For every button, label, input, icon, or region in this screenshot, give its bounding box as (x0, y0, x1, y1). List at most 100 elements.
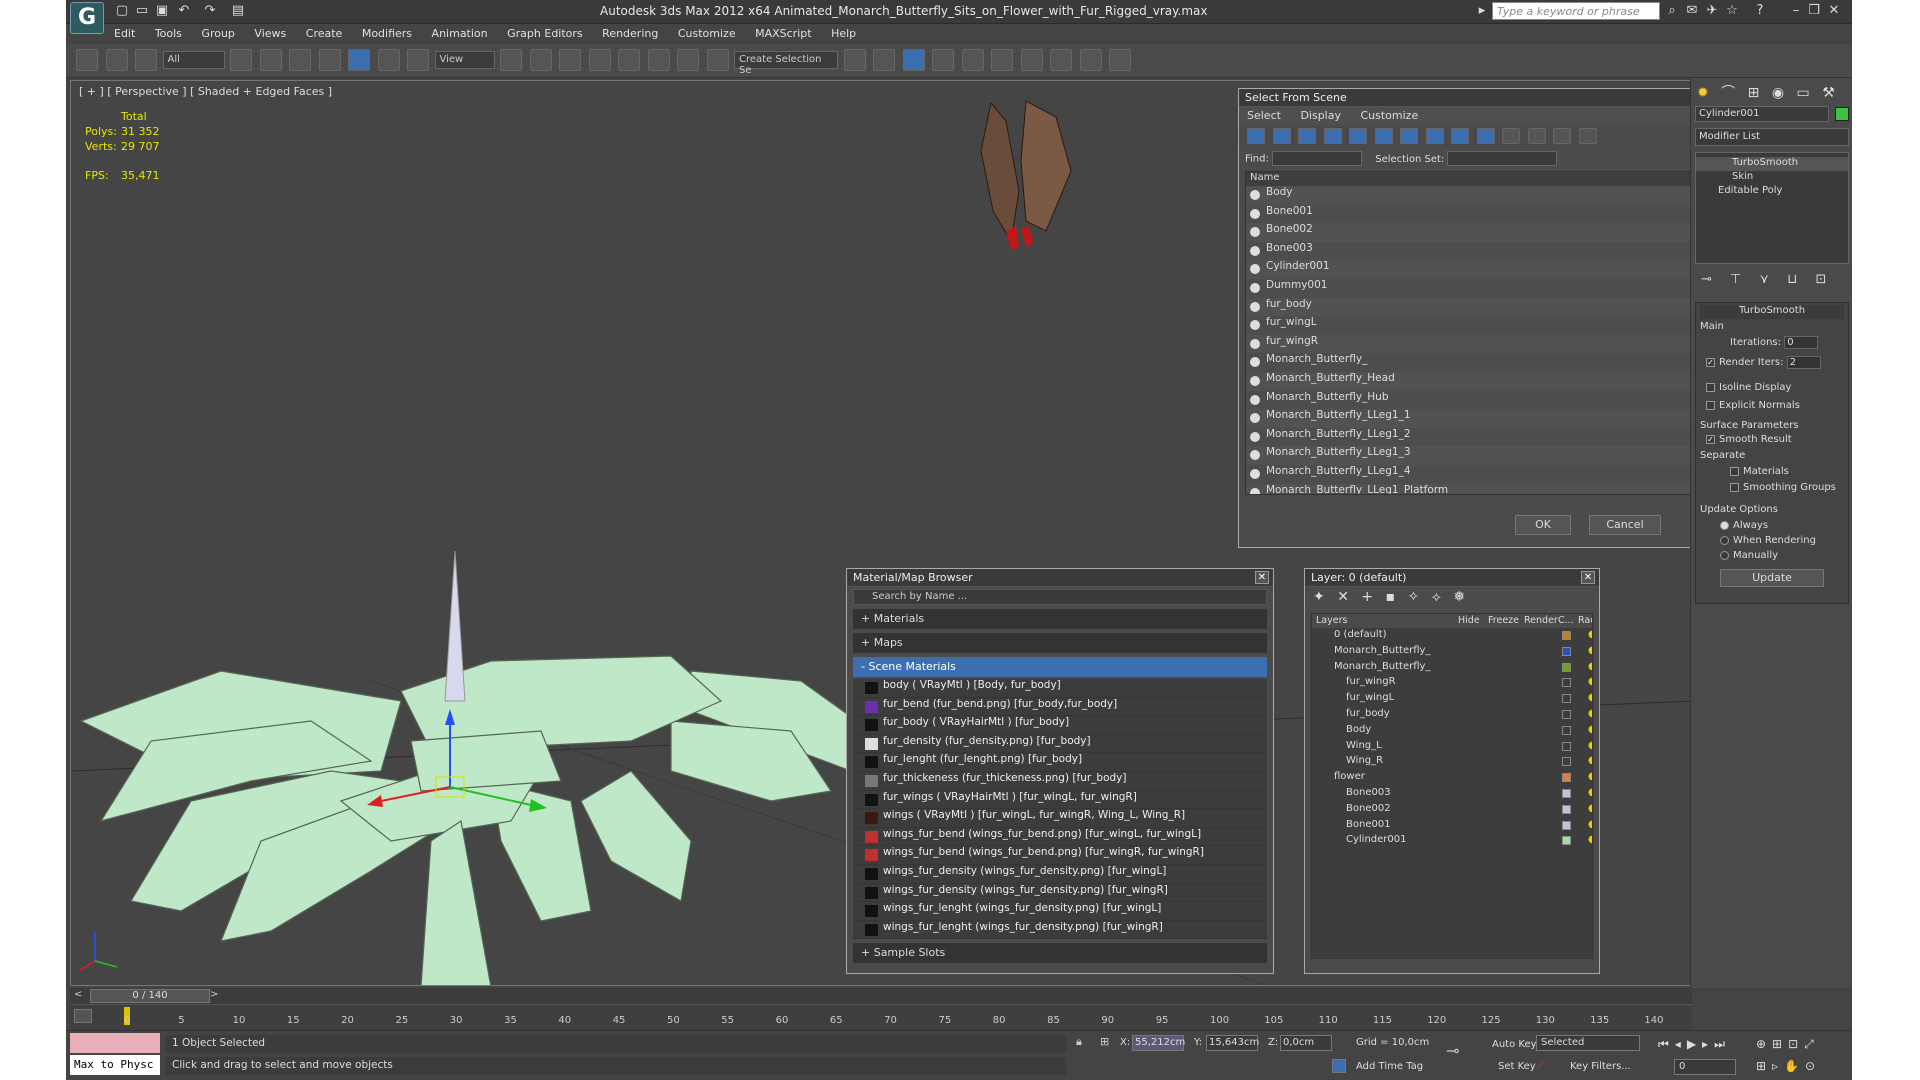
help-icon[interactable]: ? (1752, 3, 1768, 19)
material-browser-title[interactable]: Material/Map Browser (847, 569, 1273, 587)
viewport-navigation-controls-2[interactable]: ⊞▹✋⊙ (1756, 1059, 1821, 1073)
layer-row[interactable]: Body ● (1312, 723, 1592, 739)
layer-color-swatch[interactable] (1562, 678, 1571, 688)
radiosity-icon[interactable]: ● (1588, 834, 1592, 845)
radiosity-icon[interactable]: ● (1588, 676, 1592, 687)
delete-layer-icon[interactable]: ✕ (1337, 589, 1349, 605)
layer-color-swatch[interactable] (1562, 741, 1571, 751)
display-tab-icon[interactable]: ▭ (1797, 85, 1810, 101)
materials-category[interactable]: + Materials (853, 609, 1267, 629)
render-iters-checkbox[interactable]: ✓ (1706, 357, 1715, 367)
layer-row[interactable]: fur_wingR ● (1312, 675, 1592, 691)
viewport-navigation-controls[interactable]: ⊕⊞⊡⤢ (1756, 1037, 1820, 1052)
scene-object-row[interactable]: fur_body (1246, 298, 1732, 317)
select-from-scene-title[interactable]: Select From Scene (1239, 89, 1739, 107)
flower-model[interactable] (79, 655, 872, 986)
scene-object-row[interactable]: Bone001 (1246, 204, 1732, 224)
scene-material-row[interactable]: fur_thickeness (fur_thickeness.png) [fur… (853, 772, 1267, 791)
time-slider-next-icon[interactable]: > (210, 989, 218, 1000)
find-input[interactable] (1272, 151, 1363, 166)
hide-all-icon[interactable]: ⟡ (1432, 589, 1441, 605)
keyboard-shortcut-icon[interactable] (559, 49, 581, 71)
modify-tab-icon[interactable]: ⌒ (1721, 85, 1735, 101)
y-coordinate-field[interactable]: 15,643cm (1206, 1035, 1259, 1051)
separate-materials-checkbox[interactable] (1730, 466, 1739, 476)
update-manually-radio[interactable] (1720, 550, 1729, 560)
radiosity-icon[interactable]: ● (1588, 787, 1592, 798)
layer-color-swatch[interactable] (1562, 757, 1571, 767)
display-all-icon[interactable] (1476, 128, 1495, 144)
scene-material-row[interactable]: wings_fur_density (wings_fur_density.png… (853, 865, 1267, 884)
layer-color-swatch[interactable] (1562, 709, 1571, 719)
motion-tab-icon[interactable]: ◉ (1772, 85, 1784, 101)
scene-material-row[interactable]: wings_fur_bend (wings_fur_bend.png) [fur… (853, 846, 1267, 865)
filter-icon[interactable] (1578, 128, 1597, 144)
render-setup-icon[interactable] (1050, 49, 1072, 71)
select-and-move-icon[interactable] (348, 49, 370, 71)
scene-material-row[interactable]: fur_density (fur_density.png) [fur_body] (853, 735, 1267, 754)
butterfly-model[interactable] (980, 100, 1072, 251)
scene-object-row[interactable]: fur_wingL (1246, 316, 1732, 335)
default-in-out-tangent-icon[interactable]: ⟋ (1536, 1059, 1548, 1073)
x-coordinate-field[interactable]: 55,212cm (1132, 1035, 1185, 1051)
add-time-tag[interactable]: Add Time Tag (1356, 1061, 1423, 1072)
close-icon[interactable]: ✕ (1826, 3, 1842, 19)
layer-color-swatch[interactable] (1562, 788, 1571, 798)
menu-edit[interactable]: Edit (106, 24, 143, 43)
tab-select[interactable]: Select (1247, 109, 1281, 122)
sample-slots-category[interactable]: + Sample Slots (853, 943, 1267, 964)
window-crossing-icon[interactable] (318, 49, 341, 71)
hierarchy-tab-icon[interactable]: ⊞ (1748, 85, 1760, 101)
curve-editor-icon[interactable] (961, 49, 984, 71)
menu-group[interactable]: Group (193, 24, 243, 43)
layer-row[interactable]: Bone002 ● (1312, 802, 1592, 818)
display-helpers-icon[interactable] (1349, 128, 1367, 144)
select-objects-icon[interactable]: ▪ (1386, 589, 1396, 605)
search-arrow-icon[interactable]: ▸ (1474, 3, 1490, 19)
playback-controls[interactable]: ⏮◂▶▸⏭ (1658, 1037, 1731, 1052)
binoculars-icon[interactable]: ⌕ (1664, 3, 1680, 19)
col-hide[interactable]: Hide (1458, 615, 1480, 626)
scene-material-row[interactable]: wings_fur_lenght (wings_fur_density.png)… (853, 902, 1267, 921)
keyword-search-input[interactable]: Type a keyword or phrase (1492, 2, 1660, 20)
scene-material-row[interactable]: wings_fur_lenght (wings_fur_density.png)… (853, 921, 1267, 940)
minimize-icon[interactable]: – (1788, 3, 1804, 19)
explicit-normals-checkbox[interactable] (1706, 400, 1715, 410)
pivot-center-icon[interactable] (500, 49, 522, 71)
open-file-icon[interactable]: ▭ (134, 3, 150, 19)
scene-object-row[interactable]: Monarch_Butterfly_LLeg1_1 (1246, 409, 1732, 428)
render-production-icon[interactable] (1109, 49, 1131, 71)
named-selection-set-dropdown[interactable]: Create Selection Se (734, 51, 838, 76)
freeze-all-icon[interactable]: ❅ (1453, 589, 1465, 605)
percent-snap-icon[interactable] (647, 49, 670, 71)
radiosity-icon[interactable]: ● (1588, 692, 1592, 703)
communication-center-icon[interactable]: ✈ (1704, 3, 1720, 19)
layer-manager-close-button[interactable]: ✕ (1581, 571, 1595, 584)
time-slider-thumb[interactable]: 0 / 140 (90, 989, 210, 1003)
layer-row[interactable]: Cylinder001 ● (1312, 833, 1592, 849)
save-file-icon[interactable]: ▣ (154, 3, 170, 19)
unlink-icon[interactable] (105, 49, 128, 71)
angle-snap-icon[interactable] (618, 49, 640, 71)
render-iters-spinner[interactable]: 2 (1786, 356, 1821, 369)
snaps-toggle-icon[interactable] (588, 49, 611, 71)
layer-row[interactable]: flower ● (1312, 770, 1592, 786)
redo-icon[interactable]: ↷ (202, 3, 218, 19)
material-search-input[interactable]: Search by Name ... (853, 589, 1267, 605)
layer-color-swatch[interactable] (1562, 804, 1571, 814)
spinner-snap-icon[interactable] (677, 49, 699, 71)
isoline-checkbox[interactable] (1706, 382, 1715, 392)
select-all-icon[interactable] (1502, 128, 1520, 144)
display-lights-icon[interactable] (1298, 128, 1316, 144)
menu-help[interactable]: Help (823, 24, 864, 43)
display-bones-icon[interactable] (1451, 128, 1469, 144)
z-coordinate-field[interactable]: 0,0cm (1280, 1035, 1332, 1051)
separate-smoothing-checkbox[interactable] (1730, 482, 1739, 492)
display-space-warps-icon[interactable] (1374, 128, 1393, 144)
scene-object-row[interactable]: Body (1246, 186, 1732, 205)
rectangular-selection-icon[interactable] (289, 49, 311, 71)
scene-object-row[interactable]: Monarch_Butterfly_LLeg1_2 (1246, 427, 1732, 447)
add-to-layer-icon[interactable]: + (1361, 589, 1373, 605)
layer-color-swatch[interactable] (1562, 725, 1571, 735)
scene-object-row[interactable]: Monarch_Butterfly_LLeg1_Platform (1246, 484, 1732, 494)
